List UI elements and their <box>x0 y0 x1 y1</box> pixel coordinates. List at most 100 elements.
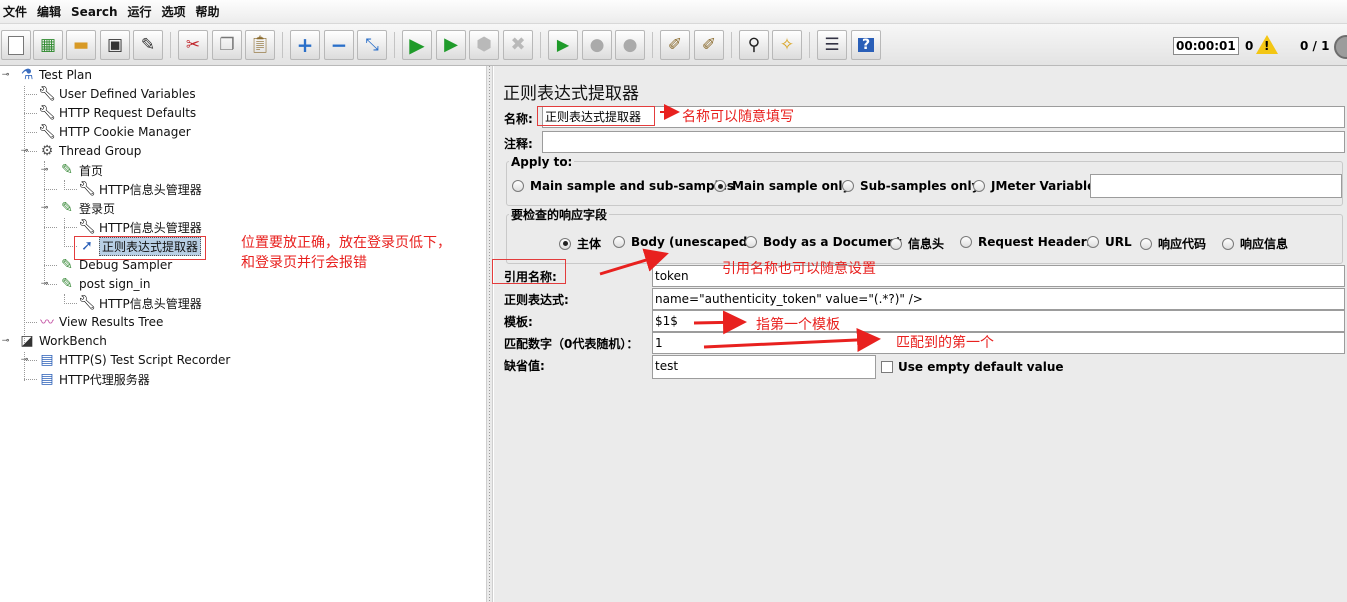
tree-node-test-plan[interactable]: ⚗ Test Plan <box>18 66 92 84</box>
tree-node-http-proxy-server[interactable]: ▤ HTTP代理服务器 <box>38 370 149 388</box>
sampler-icon: ✎ <box>61 162 73 178</box>
recorder-icon: ▤ <box>40 371 54 387</box>
comment-field[interactable] <box>542 131 1345 153</box>
ref-name-highlight <box>492 259 566 284</box>
elapsed-timer: 00:00:01 <box>1173 37 1239 55</box>
name-field[interactable]: 正则表达式提取器 <box>542 106 1345 128</box>
name-note: 名称可以随意填写 <box>682 109 794 125</box>
save-as-icon[interactable]: ✎ <box>133 30 163 60</box>
paste-icon[interactable]: 📋︎ <box>245 30 275 60</box>
function-helper-icon[interactable]: ☰ <box>817 30 847 60</box>
test-plan-tree: ⊸ ⊸ ⊸ ⊸ ⊸ ⊸ ⊸ ⚗ Test Plan 🔧︎ User Define… <box>0 66 486 602</box>
recorder-icon: ▤ <box>40 352 54 368</box>
position-note-line1: 位置要放正确，放在登录页低下， <box>241 235 451 251</box>
comment-label: 注释: <box>504 137 533 151</box>
clear-icon[interactable]: ✐ <box>660 30 690 60</box>
field-to-check-title: 要检查的响应字段 <box>509 206 610 223</box>
search-icon[interactable]: ⚲ <box>739 30 769 60</box>
remote-stop-icon[interactable]: ● <box>582 30 612 60</box>
sampler-icon: ✎ <box>61 276 73 292</box>
wrench-icon: 🔧︎ <box>38 86 56 102</box>
start-icon[interactable]: ▶ <box>402 30 432 60</box>
wrench-icon: 🔧︎ <box>38 105 56 121</box>
tree-node-http-cookie-manager[interactable]: 🔧︎ HTTP Cookie Manager <box>38 123 191 141</box>
tree-node-http-request-defaults[interactable]: 🔧︎ HTTP Request Defaults <box>38 104 196 122</box>
tree-node-post-sign-in[interactable]: ✎ post sign_in <box>58 275 150 293</box>
field-response-message-radio[interactable]: 响应信息 <box>1222 235 1288 252</box>
template-label: 模板: <box>504 315 533 329</box>
warning-count: 0 <box>1245 39 1254 53</box>
new-icon[interactable] <box>1 30 31 60</box>
graph-icon: 〰 <box>40 315 54 331</box>
apply-jmeter-variable-radio[interactable]: JMeter Variable <box>973 179 1095 193</box>
templates-icon[interactable]: ▦ <box>33 30 63 60</box>
cut-icon[interactable]: ✂ <box>178 30 208 60</box>
shutdown-icon[interactable]: ✖ <box>503 30 533 60</box>
help-icon[interactable]: ? <box>851 30 881 60</box>
tree-node-thread-group[interactable]: ⚙ Thread Group <box>38 142 142 160</box>
field-url-radio[interactable]: URL <box>1087 235 1132 249</box>
tree-node-header-manager-1[interactable]: 🔧︎ HTTP信息头管理器 <box>78 180 202 198</box>
menu-file[interactable]: 文件 <box>0 3 34 20</box>
field-response-code-radio[interactable]: 响应代码 <box>1140 235 1206 252</box>
menu-search[interactable]: Search <box>68 5 124 19</box>
menu-run[interactable]: 运行 <box>124 3 158 20</box>
default-value-field[interactable]: test <box>652 355 876 379</box>
remote-start-icon[interactable]: ▶ <box>548 30 578 60</box>
regex-extractor-panel: 正则表达式提取器 名称: 正则表达式提取器 注释: Apply to: Main… <box>492 66 1347 602</box>
field-body-radio[interactable]: 主体 <box>559 235 601 252</box>
tree-node-home-page[interactable]: ✎ 首页 <box>58 161 103 179</box>
name-label: 名称: <box>504 112 533 126</box>
collapse-icon[interactable]: − <box>324 30 354 60</box>
field-body-unescaped-radio[interactable]: Body (unescaped) <box>613 235 753 249</box>
apply-to-title: Apply to: <box>509 155 575 169</box>
regex-field[interactable]: name="authenticity_token" value="(.*?)" … <box>652 288 1345 310</box>
test-plan-icon: ⚗ <box>20 67 34 83</box>
stop-icon[interactable]: ⬢ <box>469 30 499 60</box>
start-no-pauses-icon[interactable]: ▶ <box>436 30 466 60</box>
position-note-line2: 和登录页并行会报错 <box>241 255 367 271</box>
sampler-icon: ✎ <box>61 200 73 216</box>
toggle-icon[interactable]: ⤡ <box>357 30 387 60</box>
tree-node-header-manager-3[interactable]: 🔧︎ HTTP信息头管理器 <box>78 294 202 312</box>
menubar: 文件 编辑 Search 运行 选项 帮助 <box>0 0 1347 24</box>
match-no-field[interactable]: 1 <box>652 332 1345 354</box>
field-body-document-radio[interactable]: Body as a Document <box>745 235 901 249</box>
selected-node-highlight <box>74 236 206 260</box>
menu-help[interactable]: 帮助 <box>193 3 227 20</box>
menu-edit[interactable]: 编辑 <box>34 3 68 20</box>
copy-icon[interactable]: ❐ <box>212 30 242 60</box>
apply-sub-only-radio[interactable]: Sub-samples only <box>842 179 979 193</box>
tree-node-view-results-tree[interactable]: 〰 View Results Tree <box>38 313 163 331</box>
field-headers-radio[interactable]: 信息头 <box>890 235 944 252</box>
regex-label: 正则表达式: <box>504 293 569 307</box>
gear-icon: ⚙ <box>40 143 54 159</box>
remote-shutdown-icon[interactable]: ● <box>615 30 645 60</box>
tree-node-login-page[interactable]: ✎ 登录页 <box>58 199 115 217</box>
open-icon[interactable]: ▬ <box>66 30 96 60</box>
workbench-icon: ◪ <box>20 333 34 349</box>
tree-node-header-manager-2[interactable]: 🔧︎ HTTP信息头管理器 <box>78 218 202 236</box>
save-icon[interactable]: ▣ <box>100 30 130 60</box>
jmeter-variable-field[interactable] <box>1090 174 1342 198</box>
expand-icon[interactable]: + <box>290 30 320 60</box>
use-empty-default-checkbox[interactable]: Use empty default value <box>881 360 1064 374</box>
ref-note: 引用名称也可以随意设置 <box>722 261 876 277</box>
panel-title: 正则表达式提取器 <box>503 84 639 104</box>
tree-node-test-script-recorder[interactable]: ▤ HTTP(S) Test Script Recorder <box>38 351 230 369</box>
default-label: 缺省值: <box>504 359 545 373</box>
match-note: 匹配到的第一个 <box>896 335 994 351</box>
tree-node-user-defined-variables[interactable]: 🔧︎ User Defined Variables <box>38 85 196 103</box>
panel-splitter[interactable] <box>486 66 493 602</box>
reset-search-icon[interactable]: ✧ <box>772 30 802 60</box>
wrench-icon: 🔧︎ <box>38 124 56 140</box>
clear-all-icon[interactable]: ✐ <box>694 30 724 60</box>
thread-count: 0 / 1 <box>1300 39 1330 53</box>
menu-options[interactable]: 选项 <box>159 3 193 20</box>
template-note: 指第一个模板 <box>756 317 840 333</box>
wrench-icon: 🔧︎ <box>78 219 96 235</box>
apply-main-and-sub-radio[interactable]: Main sample and sub-samples <box>512 179 734 193</box>
tree-node-workbench[interactable]: ◪ WorkBench <box>18 332 106 350</box>
apply-main-only-radio[interactable]: Main sample only <box>714 179 850 193</box>
field-request-headers-radio[interactable]: Request Headers <box>960 235 1094 249</box>
